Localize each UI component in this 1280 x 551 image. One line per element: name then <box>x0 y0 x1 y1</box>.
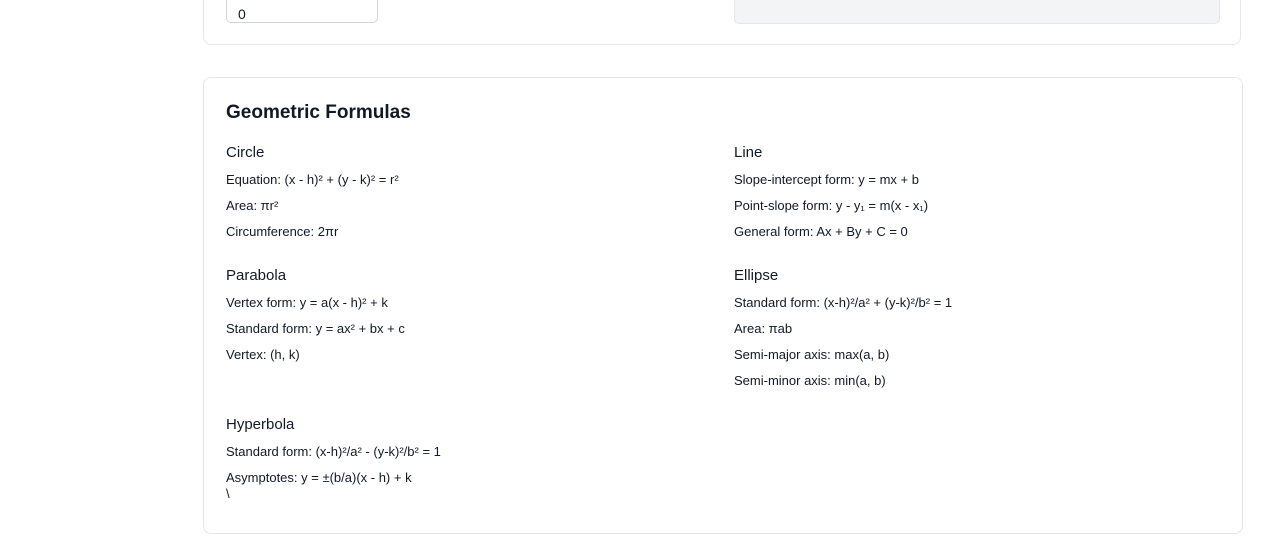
formula-item: Circumference: 2πr <box>226 224 339 239</box>
geometric-formulas-card: Geometric Formulas Circle Equation: (x -… <box>203 77 1243 534</box>
section-line: Line Slope-intercept form: y = mx + b Po… <box>734 143 1194 249</box>
section-parabola: Parabola Vertex form: y = a(x - h)² + k … <box>226 266 686 372</box>
formula-item: Vertex form: y = a(x - h)² + k <box>226 295 388 310</box>
section-hyperbola: Hyperbola Standard form: (x-h)²/a² - (y-… <box>226 415 686 501</box>
formula-item: General form: Ax + By + C = 0 <box>734 224 908 239</box>
trailing-text: \ <box>226 486 230 501</box>
card-title: Geometric Formulas <box>226 102 411 123</box>
section-title: Line <box>734 144 763 161</box>
formula-item: Area: πr² <box>226 198 279 213</box>
formula-item: Semi-minor axis: min(a, b) <box>734 373 886 388</box>
section-ellipse: Ellipse Standard form: (x-h)²/a² + (y-k)… <box>734 266 1194 398</box>
section-title: Hyperbola <box>226 416 295 433</box>
formula-item: Equation: (x - h)² + (y - k)² = r² <box>226 172 399 187</box>
formula-item: Vertex: (h, k) <box>226 347 300 362</box>
section-circle: Circle Equation: (x - h)² + (y - k)² = r… <box>226 143 686 249</box>
formula-item: Slope-intercept form: y = mx + b <box>734 172 919 187</box>
formula-item: Area: πab <box>734 321 793 336</box>
formula-item: Standard form: (x-h)²/a² - (y-k)²/b² = 1 <box>226 444 441 459</box>
result-panel <box>734 0 1220 24</box>
formula-item: Point-slope form: y - y₁ = m(x - x₁) <box>734 198 929 213</box>
section-title: Circle <box>226 144 265 161</box>
formula-item: Standard form: y = ax² + bx + c <box>226 321 405 336</box>
section-title: Parabola <box>226 267 287 284</box>
page: 0 Geometric Formulas Circle Equation: (x… <box>0 0 1280 551</box>
formula-item: Standard form: (x-h)²/a² + (y-k)²/b² = 1 <box>734 295 953 310</box>
section-title: Ellipse <box>734 267 779 284</box>
formula-item: Semi-major axis: max(a, b) <box>734 347 890 362</box>
calculator-card: 0 <box>203 0 1241 45</box>
number-input[interactable]: 0 <box>226 0 378 23</box>
